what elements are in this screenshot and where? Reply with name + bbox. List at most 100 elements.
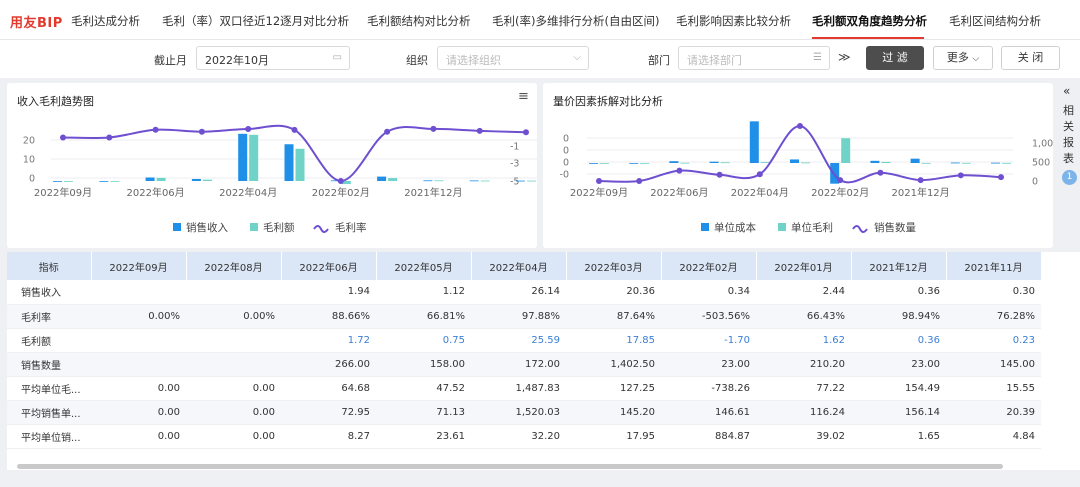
org-placeholder: 请选择组织 [446, 54, 501, 67]
tab-7[interactable]: 毛利区间结构分析 [949, 13, 1041, 29]
table-cell: 23.00 [851, 352, 946, 377]
bar-销售收入 [191, 178, 201, 181]
bar-单位成本 [870, 160, 880, 163]
y-tick-label-right: -1 [510, 142, 519, 153]
x-tick-label: 2022年06月 [127, 186, 185, 199]
related-reports-rail[interactable]: « 相 关 报 表 1 [1058, 80, 1080, 250]
line-point [384, 128, 391, 135]
legend-label: 毛利额 [263, 221, 295, 234]
horizontal-scrollbar[interactable] [17, 464, 1003, 469]
table-cell: 88.66% [281, 304, 376, 329]
table-cell: 0.00 [186, 376, 281, 401]
bar-单位毛利 [640, 163, 650, 164]
table-cell: 158.00 [376, 352, 471, 377]
line-point [917, 177, 924, 184]
side-char: 相 [1063, 104, 1074, 117]
bar-毛利额 [249, 134, 259, 181]
row-label: 平均销售单... [7, 400, 91, 425]
column-header[interactable]: 2022年06月 [281, 252, 377, 280]
bar-单位成本 [790, 159, 799, 163]
table-cell[interactable] [186, 328, 281, 353]
table-cell: 71.13 [376, 400, 471, 425]
tab-5[interactable]: 毛利影响因素比较分析 [676, 13, 791, 29]
bar-单位成本 [589, 163, 598, 164]
bar-单位毛利 [600, 163, 609, 164]
app-logo: 用友BIP [10, 16, 63, 31]
table-cell: 76.28% [946, 304, 1041, 329]
column-header[interactable]: 2022年08月 [186, 252, 282, 280]
tab-2[interactable]: 毛利（率）双口径近12逐月对比分析 [162, 13, 349, 29]
tab-3[interactable]: 毛利额结构对比分析 [367, 13, 471, 29]
tab-6[interactable]: 毛利额双角度趋势分析 [812, 13, 927, 29]
tab-4[interactable]: 毛利(率)多维排行分析(自由区间) [492, 13, 659, 29]
table-row: 毛利额 1.72 0.75 25.59 17.85 -1.70 1.62 0.36 0.23 [7, 328, 1041, 353]
column-header[interactable]: 2021年11月 [946, 252, 1042, 280]
bar-单位成本 [669, 161, 679, 163]
line-point [676, 167, 683, 174]
table-cell: 146.61 [661, 400, 756, 425]
filter-button[interactable]: 过 滤 [866, 46, 924, 70]
table-cell: 47.52 [376, 376, 471, 401]
legend-label: 销售收入 [186, 221, 228, 234]
bar-毛利额 [388, 178, 398, 181]
table-cell[interactable]: 25.59 [471, 328, 566, 353]
column-header-metric[interactable]: 指标 [7, 252, 92, 280]
close-button[interactable]: 关 闭 [1001, 46, 1060, 70]
org-select[interactable]: 请选择组织 ⌵ [437, 46, 589, 70]
y-tick-label: 20 [23, 136, 35, 147]
bar-销售收入 [469, 180, 479, 182]
table-cell: 72.95 [281, 400, 376, 425]
dept-label: 部门 [648, 54, 670, 67]
column-header[interactable]: 2022年05月 [376, 252, 472, 280]
deadline-month-picker[interactable]: 2022年10月 ▭ [196, 46, 350, 70]
expand-filter-icon[interactable]: ≫ [838, 50, 851, 64]
column-header[interactable]: 2022年04月 [471, 252, 567, 280]
line-point [152, 126, 159, 133]
table-cell: 0.00 [91, 424, 186, 449]
table-cell[interactable]: 17.85 [566, 328, 661, 353]
column-header[interactable]: 2022年09月 [91, 252, 187, 280]
y-tick-label-right: 500 [1032, 158, 1050, 169]
bar-单位毛利 [801, 162, 810, 164]
x-tick-label: 2021年12月 [892, 186, 950, 199]
y-tick-label: 0 [29, 174, 35, 185]
report-count-badge: 1 [1062, 170, 1077, 185]
bar-单位成本 [950, 162, 960, 164]
column-header[interactable]: 2021年12月 [851, 252, 947, 280]
table-cell[interactable]: 0.36 [851, 328, 946, 353]
line-point [198, 128, 205, 135]
table-cell[interactable]: -1.70 [661, 328, 756, 353]
table-cell: 4.84 [946, 424, 1041, 449]
bar-单位毛利 [760, 162, 770, 163]
revenue-margin-chart-panel: 收入毛利趋势图 ≡ 20 10 0 -1 -3 -5 2022年09月 2022年06月 202… [7, 83, 537, 248]
side-char: 报 [1063, 136, 1074, 149]
bar-单位毛利 [680, 162, 690, 164]
table-cell: 0.00 [91, 376, 186, 401]
table-cell[interactable]: 1.62 [756, 328, 851, 353]
bar-单位毛利 [1002, 162, 1011, 164]
tab-1[interactable]: 毛利达成分析 [71, 13, 140, 29]
bar-单位毛利 [841, 138, 851, 163]
collapse-left-icon[interactable]: « [1063, 84, 1070, 98]
table-cell[interactable]: 0.23 [946, 328, 1041, 353]
x-tick-label: 2021年12月 [404, 186, 462, 199]
column-header[interactable]: 2022年01月 [756, 252, 852, 280]
table-cell: 154.49 [851, 376, 946, 401]
table-row: 销售收入 1.94 1.12 26.14 20.36 0.34 2.44 0.36 0.30 [7, 280, 1041, 305]
price-volume-chart-panel: 量价因素拆解对比分析 000-01,00050002022年09月2022年06… [543, 83, 1053, 248]
table-cell[interactable]: 1.72 [281, 328, 376, 353]
column-header[interactable]: 2022年02月 [661, 252, 757, 280]
more-button[interactable]: 更多 ⌵ [933, 46, 993, 70]
column-header[interactable]: 2022年03月 [566, 252, 662, 280]
deadline-label: 截止月 [154, 54, 187, 67]
line-point [60, 134, 66, 141]
table-cell[interactable] [91, 328, 186, 353]
legend-swatch [701, 223, 709, 231]
dept-select[interactable]: 请选择部门 ☰ [678, 46, 830, 70]
line-point [245, 126, 252, 133]
bar-毛利额 [295, 148, 305, 181]
bar-销售收入 [284, 144, 294, 181]
table-cell[interactable]: 0.75 [376, 328, 471, 353]
y-tick-label: 10 [23, 155, 35, 166]
row-label: 销售数量 [7, 352, 91, 377]
